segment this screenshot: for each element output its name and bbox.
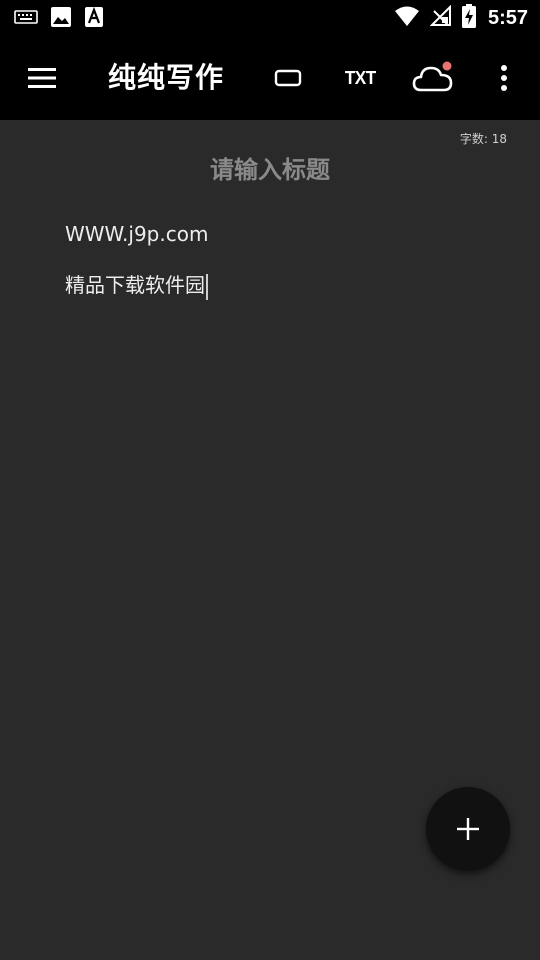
wifi-icon (394, 5, 420, 31)
body-line[interactable]: 精品下载软件园 (65, 269, 485, 320)
title-input[interactable]: 请输入标题 (0, 150, 540, 185)
fullscreen-icon (274, 69, 302, 87)
add-button[interactable] (426, 787, 510, 871)
cloud-sync-icon (412, 61, 453, 92)
status-bar-notifications (14, 6, 104, 32)
body-text-area[interactable]: WWW.j9p.com 精品下载软件园 (65, 218, 485, 320)
word-count: 字数: 18 (459, 132, 507, 146)
txt-button[interactable]: TXT (342, 58, 378, 98)
clock: 5:57 (487, 6, 528, 29)
more-vertical-icon (501, 65, 507, 91)
fullscreen-button[interactable] (270, 58, 306, 98)
status-bar: 5:57 (0, 0, 540, 36)
txt-icon: TXT (344, 67, 376, 88)
cloud-badge (442, 61, 452, 71)
plus-icon (457, 818, 479, 840)
more-button[interactable] (490, 58, 518, 98)
image-icon (50, 6, 72, 32)
no-signal-icon (429, 4, 452, 31)
menu-button[interactable] (22, 60, 62, 96)
status-bar-system: 5:57 (394, 4, 528, 32)
font-a-icon (84, 6, 104, 32)
text-cursor (206, 273, 208, 300)
cloud-sync-button[interactable] (410, 58, 456, 98)
body-line-text: 精品下载软件园 (65, 273, 205, 297)
app-title: 纯纯写作 (108, 61, 225, 94)
keyboard-icon (14, 8, 38, 30)
body-line[interactable]: WWW.j9p.com (65, 218, 485, 269)
menu-icon (28, 68, 56, 88)
battery-charging-icon (461, 4, 476, 32)
app-bar: 纯纯写作 TXT (0, 36, 540, 120)
